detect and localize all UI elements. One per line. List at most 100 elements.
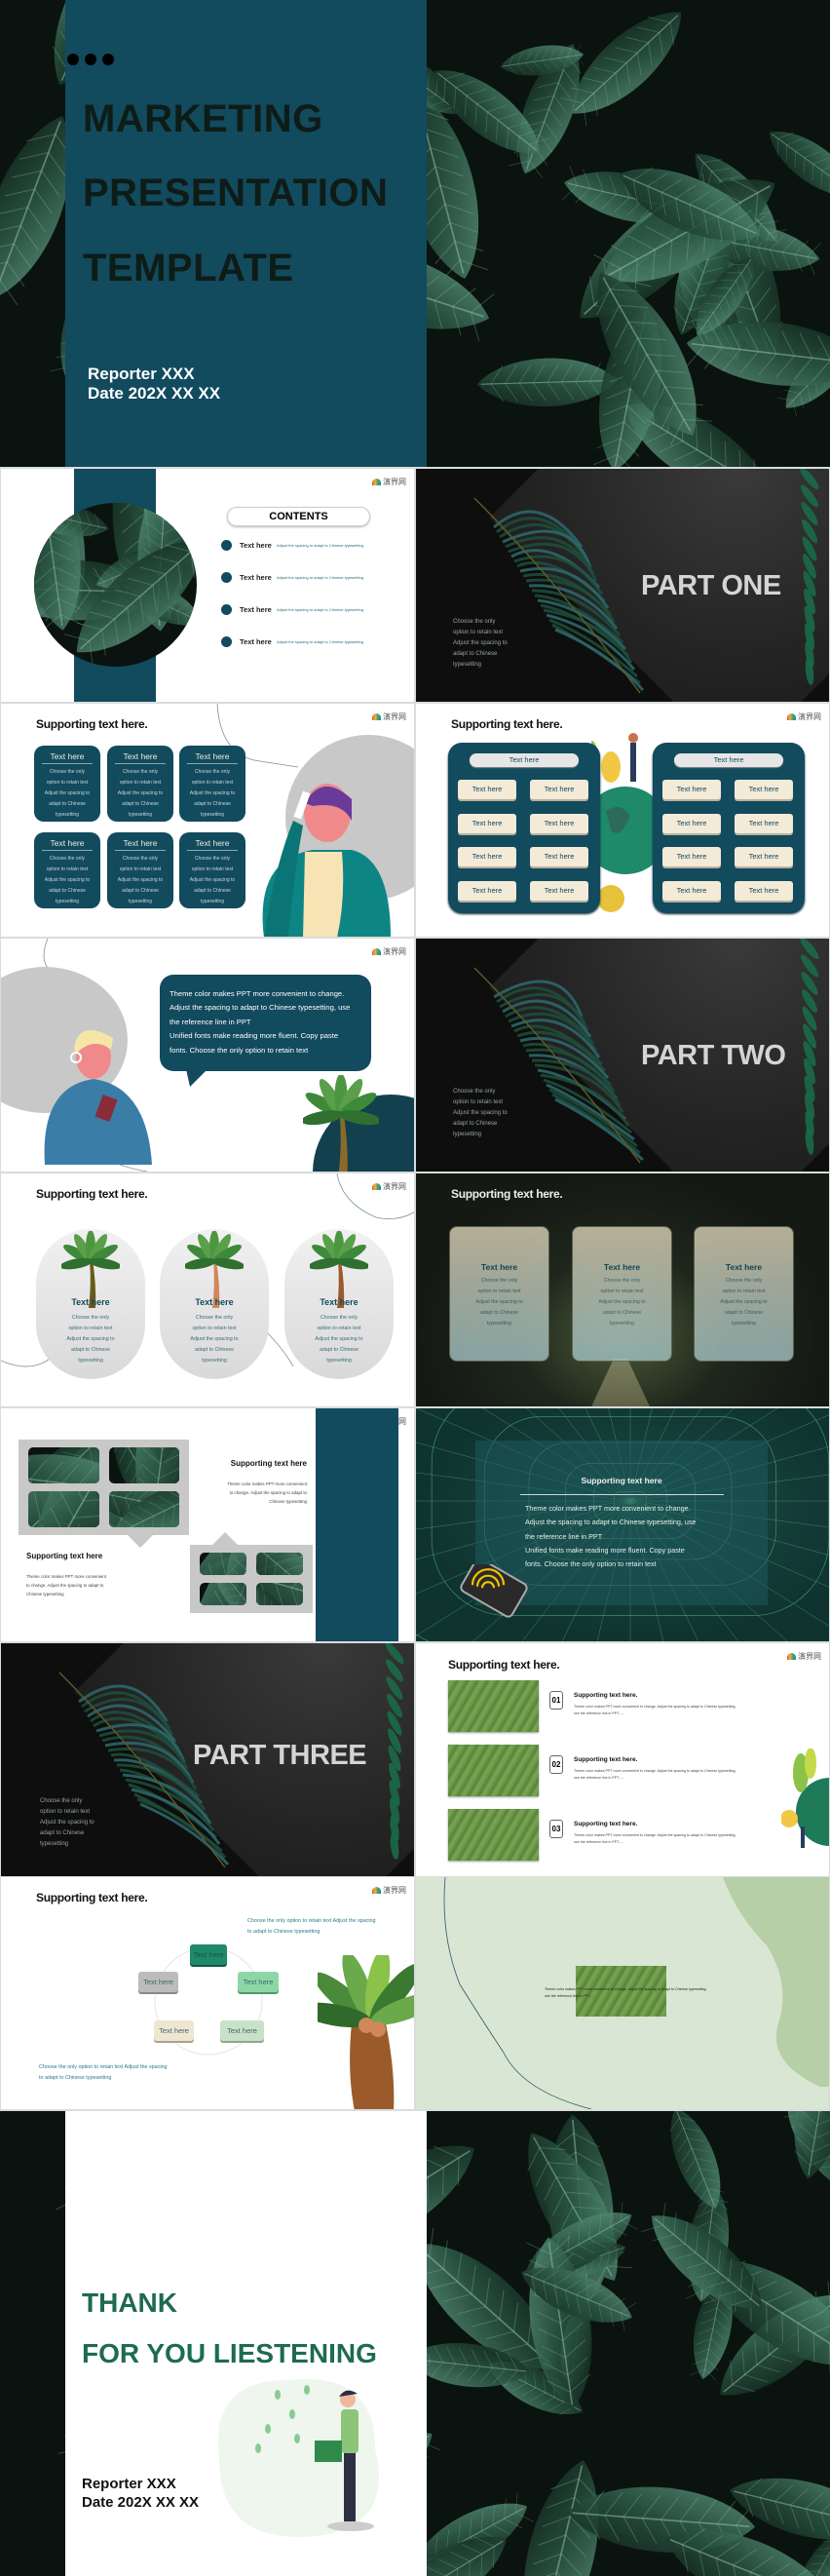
panel-button[interactable]: Text here — [735, 780, 793, 799]
slide-title[interactable]: MARKETING PRESENTATION TEMPLATE Reporter XX… — [0, 0, 830, 467]
card-text-line: adapt to Chinese — [724, 1310, 764, 1316]
leaf-photo-thumb[interactable] — [28, 1491, 99, 1527]
panel-button[interactable]: Text here — [530, 881, 588, 901]
card-text-line: typesetting — [731, 1321, 757, 1326]
leaf-photo-thumb[interactable] — [200, 1583, 246, 1605]
slide-forest-cards[interactable]: Supporting text here. Text here Choose the… — [416, 1173, 829, 1406]
panel-text: Theme color makes PPT more convenient to… — [525, 1502, 696, 1571]
info-card[interactable]: Text here Choose the only option to retain… — [179, 746, 245, 822]
slide-numbered-list[interactable]: 演界网 Supporting text here. 01 Supporting tex… — [416, 1643, 829, 1876]
panel-button[interactable]: Text here — [530, 780, 588, 799]
panel-button[interactable]: Text here — [458, 814, 516, 833]
part-description-line: Adjust the spacing to — [40, 1820, 94, 1826]
panel-button[interactable]: Text here — [530, 814, 588, 833]
accent-column — [316, 1408, 398, 1641]
glass-card[interactable]: Text here Choose the only option to retain… — [449, 1226, 549, 1362]
slide-part-three[interactable]: PART THREE Choose the only option to retai… — [1, 1643, 414, 1876]
contents-item[interactable]: Text here Adjust the spacing to adapt to … — [221, 636, 406, 648]
info-card[interactable]: Text here Choose the only option to retain… — [34, 746, 100, 822]
oval-card[interactable]: Text here Choose the only option to retain… — [160, 1229, 269, 1379]
contents-item[interactable]: Text here Adjust the spacing to adapt to … — [221, 604, 406, 616]
card-text-line: typesetting — [326, 1358, 352, 1364]
panel-text-line: the reference line in PPT — [525, 1531, 603, 1541]
slide-part-one[interactable]: PART ONE Choose the only option to retain … — [416, 469, 829, 702]
card-text-line: Adjust the spacing to — [720, 1299, 768, 1305]
slide-thanks[interactable]: THANK FOR YOU LIESTENING Reporter XXX Date … — [0, 2111, 830, 2576]
cycle-node[interactable]: Text here — [138, 1972, 178, 1992]
card-text-line: Adjust the spacing to — [117, 790, 164, 796]
part-description-line: adapt to Chinese — [453, 1121, 498, 1127]
slide-card-grid[interactable]: 演界网 Supporting text here. Text here Choose … — [1, 704, 414, 937]
card-text: Choose the only option to retain text Adju… — [695, 1276, 793, 1329]
button-panel: Text here Text here Text here Text here Text… — [653, 743, 805, 912]
part-description-line: option to retain text — [453, 630, 504, 635]
oval-card[interactable]: Text here Choose the only option to retain… — [284, 1229, 394, 1379]
panel-button[interactable]: Text here — [662, 814, 721, 833]
card-title: Text here — [42, 838, 93, 851]
slide-image-text[interactable]: Theme color makes PPT more convenient to… — [416, 1877, 829, 2109]
leaf-photo-thumb[interactable] — [256, 1553, 303, 1575]
cycle-node[interactable]: Text here — [190, 1944, 227, 1965]
slide-contents[interactable]: 演界网 CONTENTS Text here Adjust the spacing t… — [1, 469, 414, 702]
card-text-line: typesetting — [55, 812, 80, 818]
panel-text-line: Adjust the spacing to adapt to Chinese t… — [525, 1518, 697, 1527]
contents-item[interactable]: Text here Adjust the spacing to adapt to … — [221, 572, 406, 584]
leaf-photo — [256, 1553, 303, 1575]
pointer-arrow — [212, 1532, 238, 1545]
card-title: Text here — [603, 1262, 641, 1272]
card-text-line: typesetting — [128, 812, 153, 818]
info-card[interactable]: Text here Choose the only option to retain… — [179, 832, 245, 908]
slide-button-panels[interactable]: 演界网 Supporting text here. Text here Text he… — [416, 704, 829, 937]
globe-plants-illustration — [781, 1749, 829, 1848]
bubble-text-line: Theme color makes PPT more convenient to… — [170, 989, 345, 998]
panel-button[interactable]: Text here — [735, 814, 793, 833]
slide-part-two[interactable]: PART TWO Choose the only option to retain … — [416, 939, 829, 1172]
contents-item[interactable]: Text here Adjust the spacing to adapt to … — [221, 540, 406, 552]
leaf-photo — [200, 1583, 246, 1605]
leaf-photo — [34, 503, 197, 667]
slide-grid-tunnel[interactable]: Supporting text here Theme color makes PP… — [416, 1408, 829, 1641]
photo-gallery-box — [190, 1545, 313, 1613]
oval-card[interactable]: Text here Choose the only option to retain… — [36, 1229, 145, 1379]
leaf-photo-thumb[interactable] — [108, 1491, 179, 1527]
card-text: Choose the only option to retain text Adju… — [284, 1313, 394, 1366]
panel-button[interactable]: Text here — [458, 881, 516, 901]
card-title: Text here — [480, 1262, 518, 1272]
panel-button[interactable]: Text here — [458, 780, 516, 799]
cycle-node[interactable]: Text here — [220, 2020, 264, 2041]
panel-header[interactable]: Text here — [674, 753, 783, 767]
card-text-line: option to retain text — [191, 866, 234, 872]
leaf-photo-thumb[interactable] — [256, 1583, 303, 1605]
panel-button[interactable]: Text here — [530, 847, 588, 866]
info-card[interactable]: Text here Choose the only option to retain… — [34, 832, 100, 908]
panel-button[interactable]: Text here — [662, 847, 721, 866]
card-title: Text here — [42, 751, 93, 764]
title-line: PRESENTATION — [83, 172, 389, 214]
slide-palm-cards[interactable]: 演界网 Supporting text here. Text here Choose … — [1, 1173, 414, 1406]
slide-gallery[interactable]: 演界网Supporting text hereTheme color makes… — [1, 1408, 414, 1641]
panel-button[interactable]: Text here — [458, 847, 516, 866]
leaf-photo-thumb[interactable] — [200, 1553, 246, 1575]
glass-card[interactable]: Text here Choose the only option to retain… — [572, 1226, 672, 1362]
info-card[interactable]: Text here Choose the only option to retain… — [107, 832, 173, 908]
panel-button[interactable]: Text here — [735, 847, 793, 866]
leaf-photo — [28, 1447, 99, 1483]
leaf-photo-thumb[interactable] — [28, 1447, 99, 1483]
slide-speech-bubble[interactable]: 演界网 Theme color makes PPT more convenient… — [1, 939, 414, 1172]
glass-card[interactable]: Text here Choose the only option to retain… — [694, 1226, 794, 1362]
dot-icon — [67, 54, 79, 65]
leaf-photo-art — [200, 1583, 246, 1605]
cycle-node[interactable]: Text here — [238, 1972, 279, 1992]
card-title: Text here — [725, 1262, 763, 1272]
slide-cycle-diagram[interactable]: 演界网 Supporting text here. Choose the only … — [1, 1877, 414, 2109]
cycle-node[interactable]: Text here — [154, 2020, 194, 2041]
info-card[interactable]: Text here Choose the only option to retain… — [107, 746, 173, 822]
panel-button[interactable]: Text here — [662, 780, 721, 799]
leaf-photo-thumb[interactable] — [108, 1447, 179, 1483]
panel-header[interactable]: Text here — [470, 753, 579, 767]
block-text-line: Chinese typesetting — [26, 1592, 64, 1596]
card-text-line: Choose the only — [320, 1315, 358, 1321]
card-text-line: option to retain text — [68, 1326, 113, 1331]
panel-button[interactable]: Text here — [735, 881, 793, 901]
panel-button[interactable]: Text here — [662, 881, 721, 901]
